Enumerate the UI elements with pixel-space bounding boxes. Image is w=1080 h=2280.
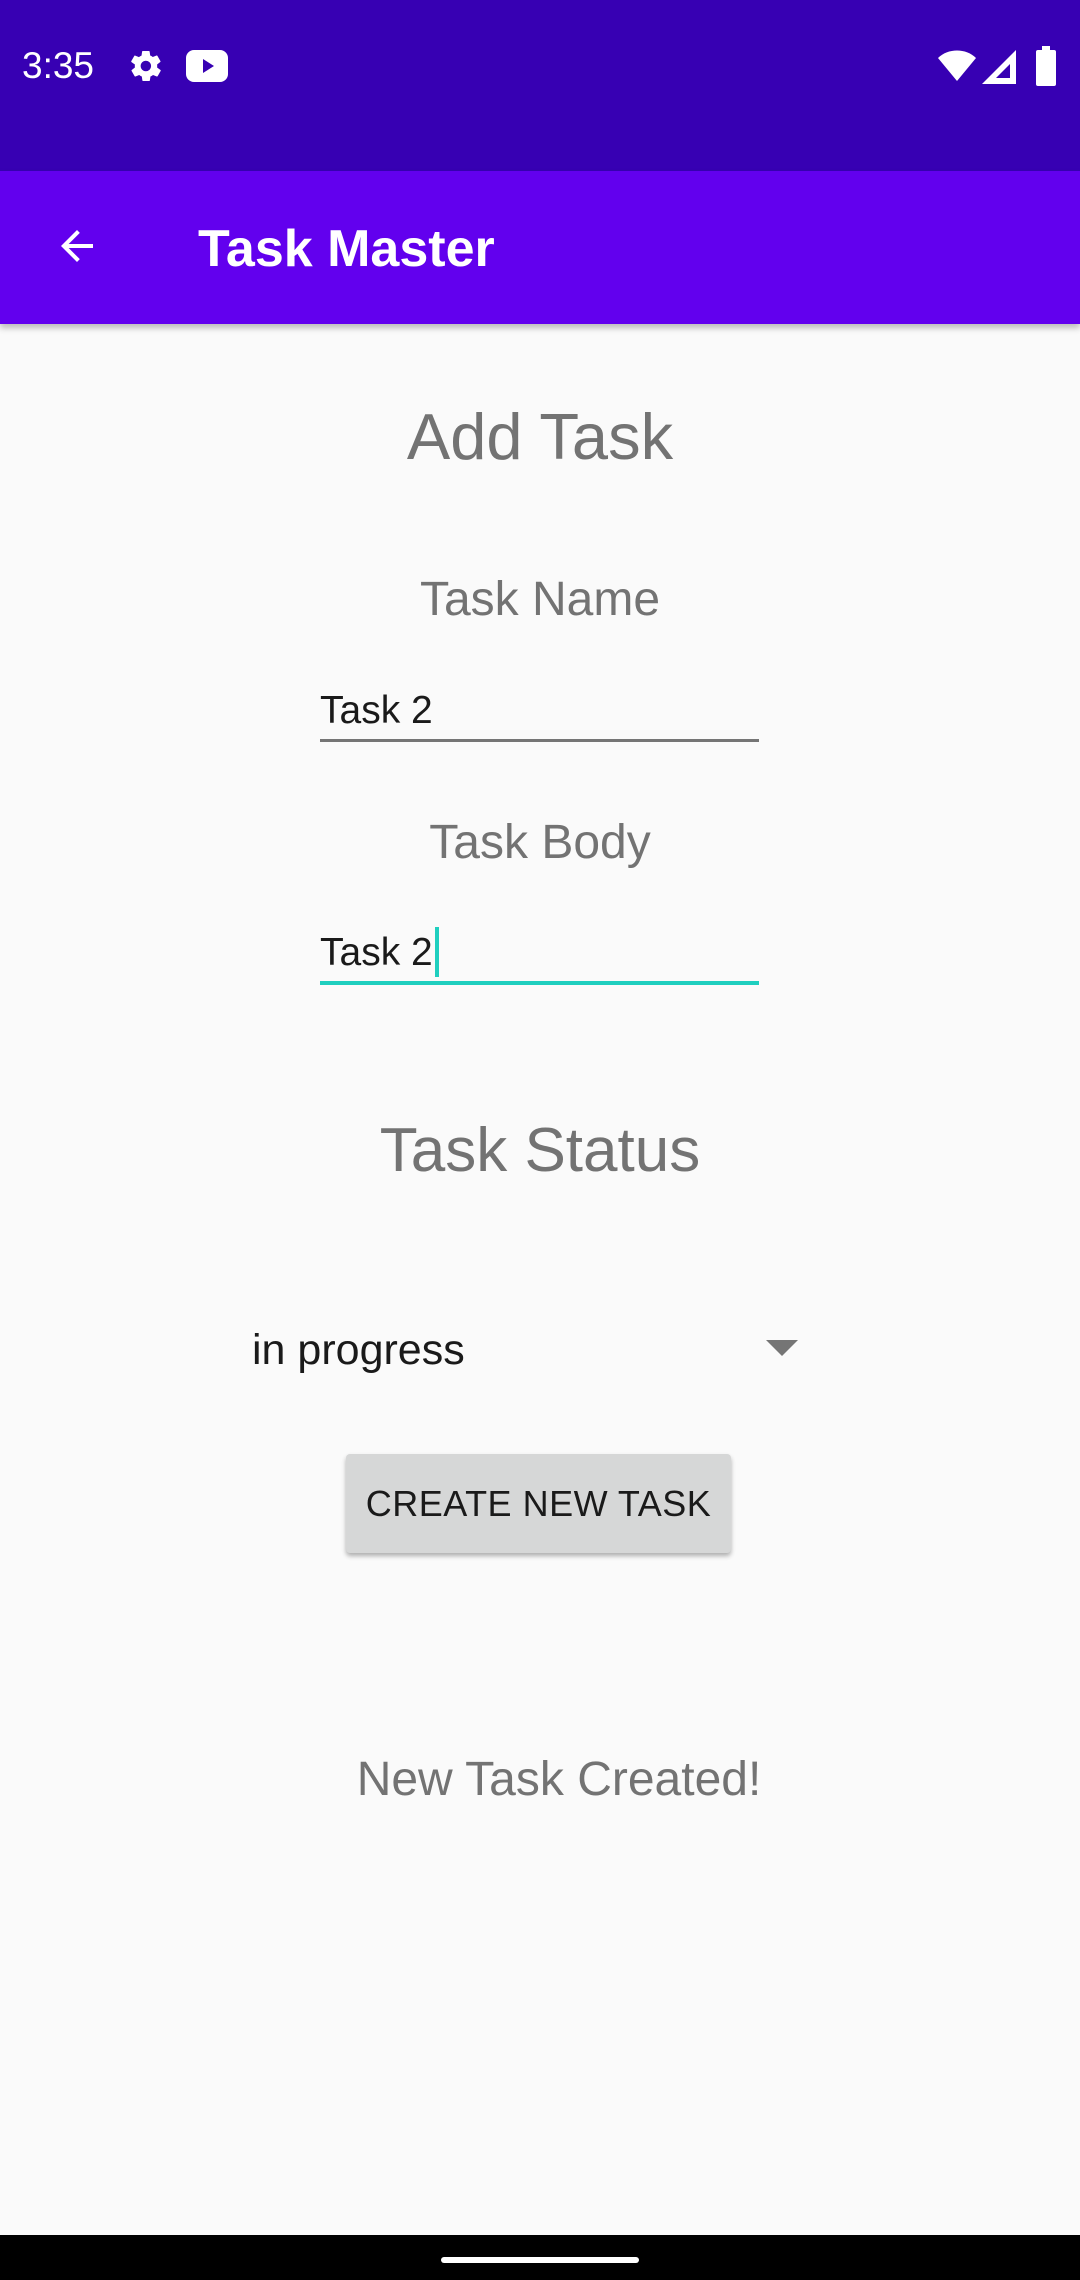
task-status-dropdown[interactable]: in progress: [252, 1315, 812, 1385]
task-body-label: Task Body: [429, 816, 651, 869]
task-name-input[interactable]: Task 2: [320, 683, 759, 742]
task-body-input[interactable]: Task 2: [320, 925, 759, 985]
arrow-back-icon: [53, 222, 101, 275]
text-cursor: [434, 926, 439, 977]
status-bar: 3:35: [0, 0, 1080, 171]
battery-icon: [1036, 46, 1056, 91]
task-name-label: Task Name: [419, 573, 661, 626]
app-bar: Task Master: [0, 171, 1080, 324]
status-time: 3:35: [22, 45, 95, 86]
task-body-value: Task 2: [320, 931, 433, 974]
result-message: New Task Created!: [356, 1753, 762, 1806]
task-status-label: Task Status: [379, 1116, 701, 1185]
task-name-value: Task 2: [320, 689, 433, 732]
task-status-selected: in progress: [252, 1326, 465, 1374]
create-new-task-button[interactable]: CREATE NEW TASK: [346, 1454, 731, 1553]
dropdown-arrow-icon: [766, 1340, 798, 1356]
back-button[interactable]: [40, 211, 114, 285]
wifi-icon: [938, 50, 976, 87]
app-title: Task Master: [198, 220, 495, 278]
navigation-bar: [0, 2235, 1080, 2280]
home-handle[interactable]: [441, 2257, 639, 2263]
settings-icon: [128, 48, 164, 89]
youtube-icon: [186, 50, 228, 87]
signal-icon: [982, 50, 1016, 89]
page-title: Add Task: [406, 400, 674, 473]
